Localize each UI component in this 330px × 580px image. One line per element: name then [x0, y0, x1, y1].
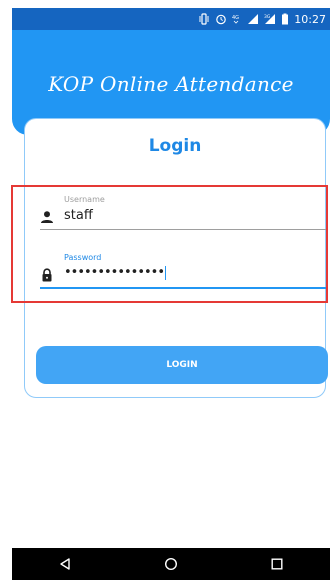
battery-icon — [281, 13, 289, 25]
back-icon[interactable] — [45, 548, 85, 580]
login-button[interactable]: LOGIN — [36, 346, 328, 384]
text-cursor — [165, 265, 167, 280]
alarm-icon — [215, 13, 227, 25]
svg-text:4G: 4G — [232, 15, 239, 21]
username-underline — [40, 229, 326, 230]
username-label: Username — [64, 195, 105, 204]
vibrate-icon — [198, 13, 210, 25]
password-field[interactable]: ••••••••••••••• — [64, 265, 167, 280]
lock-icon — [40, 267, 54, 282]
signal-4g-icon: 4G — [232, 13, 242, 25]
password-label: Password — [64, 253, 102, 262]
home-icon[interactable] — [151, 548, 191, 580]
username-field[interactable]: staff — [64, 208, 93, 223]
navigation-bar — [12, 548, 330, 580]
signal-3g-icon: 3G — [264, 13, 276, 25]
app-title: KOP Online Attendance — [48, 72, 294, 96]
wifi-signal-icon — [247, 13, 259, 25]
status-bar: 4G 3G 10:27 — [12, 8, 330, 30]
person-icon — [40, 209, 54, 223]
login-title: Login — [148, 136, 202, 156]
recents-icon[interactable] — [257, 548, 297, 580]
password-underline — [40, 287, 326, 289]
status-time: 10:27 — [294, 12, 326, 26]
svg-text:3G: 3G — [264, 14, 271, 20]
